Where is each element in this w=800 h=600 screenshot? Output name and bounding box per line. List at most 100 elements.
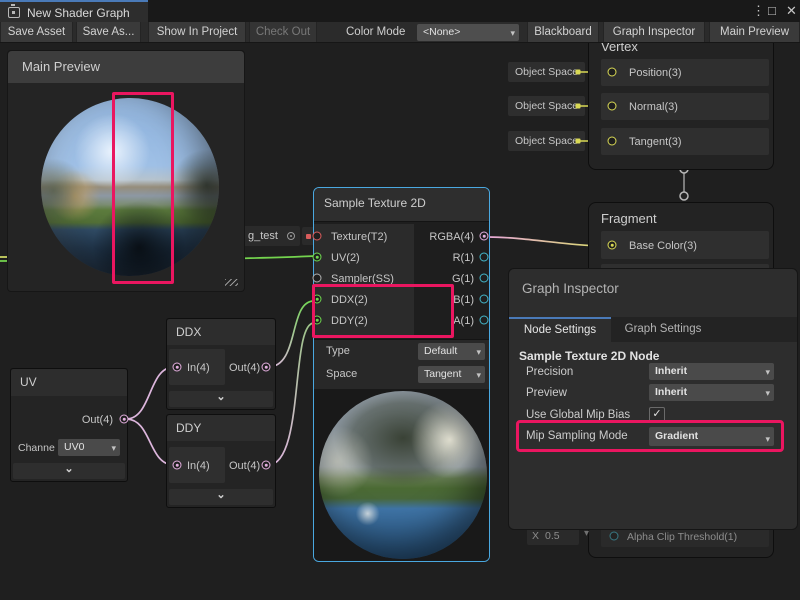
- g-output-port[interactable]: [480, 274, 489, 283]
- chevron-down-icon: ▾: [765, 385, 770, 401]
- output-label: A(1): [453, 315, 474, 327]
- ddy-in-port[interactable]: [173, 461, 182, 470]
- position-port[interactable]: [608, 68, 617, 77]
- alphaclip-x-value[interactable]: 0.5: [545, 530, 560, 542]
- input-label: DDX(2): [331, 294, 368, 306]
- color-mode-value: <None>: [423, 26, 460, 38]
- mip-bias-checkbox[interactable]: ✓: [649, 407, 665, 423]
- blackboard-button[interactable]: Blackboard: [527, 22, 599, 42]
- uv-node-header[interactable]: UV: [11, 369, 127, 396]
- kebab-menu-icon[interactable]: ⋮: [752, 3, 765, 19]
- fragment-top-port[interactable]: [680, 192, 688, 200]
- mip-mode-dropdown[interactable]: Gradient ▾: [649, 427, 774, 446]
- uv-node-title: UV: [20, 375, 37, 389]
- object-space-label: Object Space: [515, 66, 578, 78]
- save-as-button[interactable]: Save As...: [76, 22, 141, 42]
- tab-title: New Shader Graph: [27, 6, 130, 20]
- mip-bias-label: Use Global Mip Bias: [526, 409, 630, 421]
- tab-graph-settings[interactable]: Graph Settings: [613, 317, 713, 342]
- object-space-dot: [576, 70, 581, 75]
- color-mode-label: Color Mode: [346, 22, 405, 42]
- ddy-collapse-button[interactable]: ⌄: [169, 489, 273, 505]
- precision-value: Inherit: [655, 365, 687, 377]
- object-space-chip[interactable]: Object Space: [508, 62, 585, 82]
- save-asset-button[interactable]: Save Asset: [0, 22, 73, 42]
- graph-inspector-panel[interactable]: Graph Inspector Node Settings Graph Sett…: [508, 268, 798, 530]
- main-preview-panel[interactable]: Main Preview: [7, 50, 245, 292]
- input-label: UV(2): [331, 252, 360, 264]
- shader-graph-icon: [8, 7, 20, 18]
- tangent-port[interactable]: [608, 137, 617, 146]
- space-value: Tangent: [424, 368, 461, 380]
- main-preview-header[interactable]: Main Preview: [8, 51, 244, 83]
- mip-mode-label: Mip Sampling Mode: [526, 430, 628, 442]
- main-preview-title: Main Preview: [22, 59, 100, 74]
- show-in-project-button[interactable]: Show In Project: [148, 22, 246, 42]
- precision-label: Precision: [526, 366, 573, 378]
- check-out-button: Check Out: [249, 22, 317, 42]
- basecolor-port[interactable]: [608, 241, 617, 250]
- sample-node-preview: [314, 389, 489, 561]
- object-space-dot: [576, 104, 581, 109]
- precision-dropdown[interactable]: Inherit ▾: [649, 363, 774, 380]
- gtest-property-node[interactable]: g_test: [242, 226, 300, 246]
- vertex-row-normal[interactable]: [601, 93, 769, 120]
- uv-collapse-button[interactable]: ⌄: [13, 463, 125, 479]
- main-preview-button[interactable]: Main Preview: [709, 22, 800, 42]
- output-label: G(1): [452, 273, 474, 285]
- ddy-node[interactable]: DDY In(4) Out(4) ⌄: [166, 414, 276, 508]
- ddx-node-title: DDX: [176, 325, 201, 339]
- rgba-output-port[interactable]: [480, 232, 489, 241]
- graph-inspector-button[interactable]: Graph Inspector: [603, 22, 705, 42]
- type-label: Type: [326, 345, 350, 357]
- input-label: Texture(T2): [331, 231, 387, 243]
- ddx-out-port[interactable]: [262, 363, 271, 372]
- alphaclip-port[interactable]: [610, 532, 619, 541]
- ddx-node-header[interactable]: DDX: [167, 319, 275, 345]
- uv-channel-dropdown[interactable]: UV0 ▾: [58, 439, 120, 456]
- maximize-icon[interactable]: □: [768, 3, 776, 19]
- uv-input-port[interactable]: [313, 253, 322, 262]
- ddx-node[interactable]: DDX In(4) Out(4) ⌄: [166, 318, 276, 410]
- ddy-node-title: DDY: [176, 421, 201, 435]
- preview-dropdown[interactable]: Inherit ▾: [649, 384, 774, 401]
- sample-texture-2d-node[interactable]: Sample Texture 2D Texture(T2) UV(2) Samp…: [313, 187, 490, 562]
- ddx-collapse-button[interactable]: ⌄: [169, 391, 273, 407]
- normal-port[interactable]: [608, 102, 617, 111]
- tab-node-settings[interactable]: Node Settings: [509, 317, 611, 342]
- sampler-input-port[interactable]: [313, 274, 322, 283]
- texture-input-port[interactable]: [313, 232, 322, 241]
- ddy-node-header[interactable]: DDY: [167, 415, 275, 441]
- ddx-in-port[interactable]: [173, 363, 182, 372]
- b-output-port[interactable]: [480, 295, 489, 304]
- chevron-down-icon: ▾: [476, 367, 481, 383]
- output-label: R(1): [453, 252, 474, 264]
- exposed-icon: [287, 232, 295, 240]
- space-label: Space: [326, 368, 357, 380]
- space-dropdown[interactable]: Tangent ▾: [418, 366, 485, 383]
- ddy-input-port[interactable]: [313, 316, 322, 325]
- resize-handle[interactable]: [225, 279, 238, 286]
- sample-node-header[interactable]: Sample Texture 2D: [314, 188, 489, 222]
- inspector-tab-bar: Node Settings Graph Settings: [509, 317, 797, 342]
- vertex-row-tangent[interactable]: [601, 128, 769, 155]
- ddx-input-port[interactable]: [313, 295, 322, 304]
- input-label: DDY(2): [331, 315, 368, 327]
- color-mode-dropdown[interactable]: <None> ▾: [417, 24, 519, 41]
- gtest-label: g_test: [248, 230, 278, 242]
- type-dropdown[interactable]: Default ▾: [418, 343, 485, 360]
- object-space-label: Object Space: [515, 135, 578, 147]
- vertex-row-position[interactable]: [601, 59, 769, 86]
- object-space-chip[interactable]: Object Space: [508, 131, 585, 151]
- tab-new-shader-graph[interactable]: New Shader Graph: [0, 0, 148, 22]
- fragment-node-title: Fragment: [601, 211, 657, 226]
- chevron-down-icon: ▾: [510, 25, 515, 41]
- close-icon[interactable]: ✕: [786, 3, 797, 19]
- uv-channel-label: Channe: [18, 442, 55, 454]
- a-output-port[interactable]: [480, 316, 489, 325]
- uv-node[interactable]: UV Out(4) Channe UV0 ▾ ⌄: [10, 368, 128, 482]
- ddy-out-port[interactable]: [262, 461, 271, 470]
- uv-out-port[interactable]: [120, 415, 129, 424]
- object-space-chip[interactable]: Object Space: [508, 96, 585, 116]
- r-output-port[interactable]: [480, 253, 489, 262]
